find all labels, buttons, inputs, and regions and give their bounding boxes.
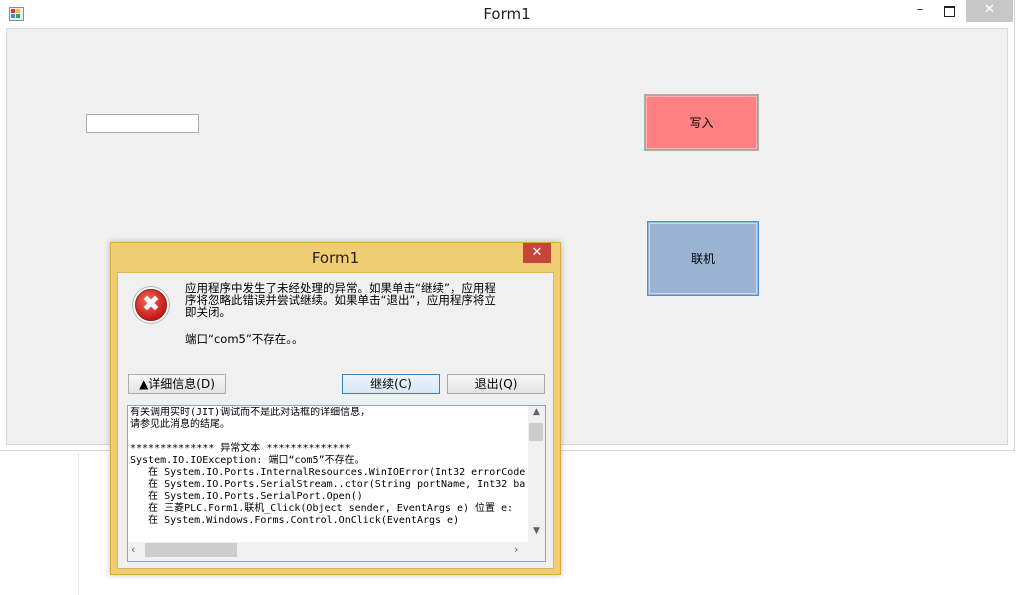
error-icon: ✖ [135, 289, 167, 321]
error-message: 应用程序中发生了未经处理的异常。如果单击“继续”，应用程 序将忽略此错误并尝试继… [185, 282, 537, 318]
text-input[interactable] [86, 114, 199, 133]
details-textbox[interactable]: 有关调用实时(JIT)调试而不是此对话框的详细信息， 请参见此消息的结尾。 **… [127, 405, 546, 562]
write-button[interactable]: 写入 [644, 94, 759, 151]
details-text: 有关调用实时(JIT)调试而不是此对话框的详细信息， 请参见此消息的结尾。 **… [130, 407, 526, 526]
horizontal-scrollbar[interactable]: ‹ › [128, 542, 528, 561]
scroll-left-icon[interactable]: ‹ [131, 543, 135, 556]
dialog-title: Form1 [311, 249, 360, 267]
exception-dialog: Form1 ✕ ✖ 应用程序中发生了未经处理的异常。如果单击“继续”，应用程 序… [110, 242, 561, 575]
window-title: Form1 [483, 5, 531, 23]
quit-button[interactable]: 退出(Q) [447, 374, 545, 394]
maximize-button[interactable] [934, 0, 964, 22]
scrollbar-corner [528, 542, 545, 561]
horizontal-scroll-thumb[interactable] [145, 543, 237, 557]
dialog-body: ✖ 应用程序中发生了未经处理的异常。如果单击“继续”，应用程 序将忽略此错误并尝… [117, 272, 554, 569]
error-message-line: 即关闭。 [185, 305, 231, 319]
continue-button[interactable]: 继续(C) [342, 374, 440, 394]
background-divider [78, 450, 79, 595]
connect-button-label: 联机 [690, 252, 715, 266]
error-message-line: 序将忽略此错误并尝试继续。如果单击“退出”，应用程序将立 [185, 293, 496, 307]
write-button-label: 写入 [689, 116, 714, 130]
port-error-message: 端口“com5”不存在。。 [185, 332, 304, 346]
maximize-icon [943, 6, 955, 17]
close-button[interactable]: ✕ [966, 0, 1013, 22]
scroll-down-icon[interactable]: ▼ [528, 526, 545, 536]
scroll-up-icon[interactable]: ▲ [528, 407, 545, 417]
minimize-button[interactable]: – [905, 0, 935, 22]
connect-button[interactable]: 联机 [647, 221, 759, 296]
vertical-scroll-thumb[interactable] [529, 423, 543, 441]
dialog-close-button[interactable]: ✕ [523, 243, 551, 263]
details-button[interactable]: ▲详细信息(D) [128, 374, 226, 394]
main-titlebar[interactable]: Form1 – ✕ [0, 0, 1014, 28]
vertical-scrollbar[interactable]: ▲ ▼ [528, 406, 545, 542]
scroll-right-icon[interactable]: › [514, 543, 518, 556]
